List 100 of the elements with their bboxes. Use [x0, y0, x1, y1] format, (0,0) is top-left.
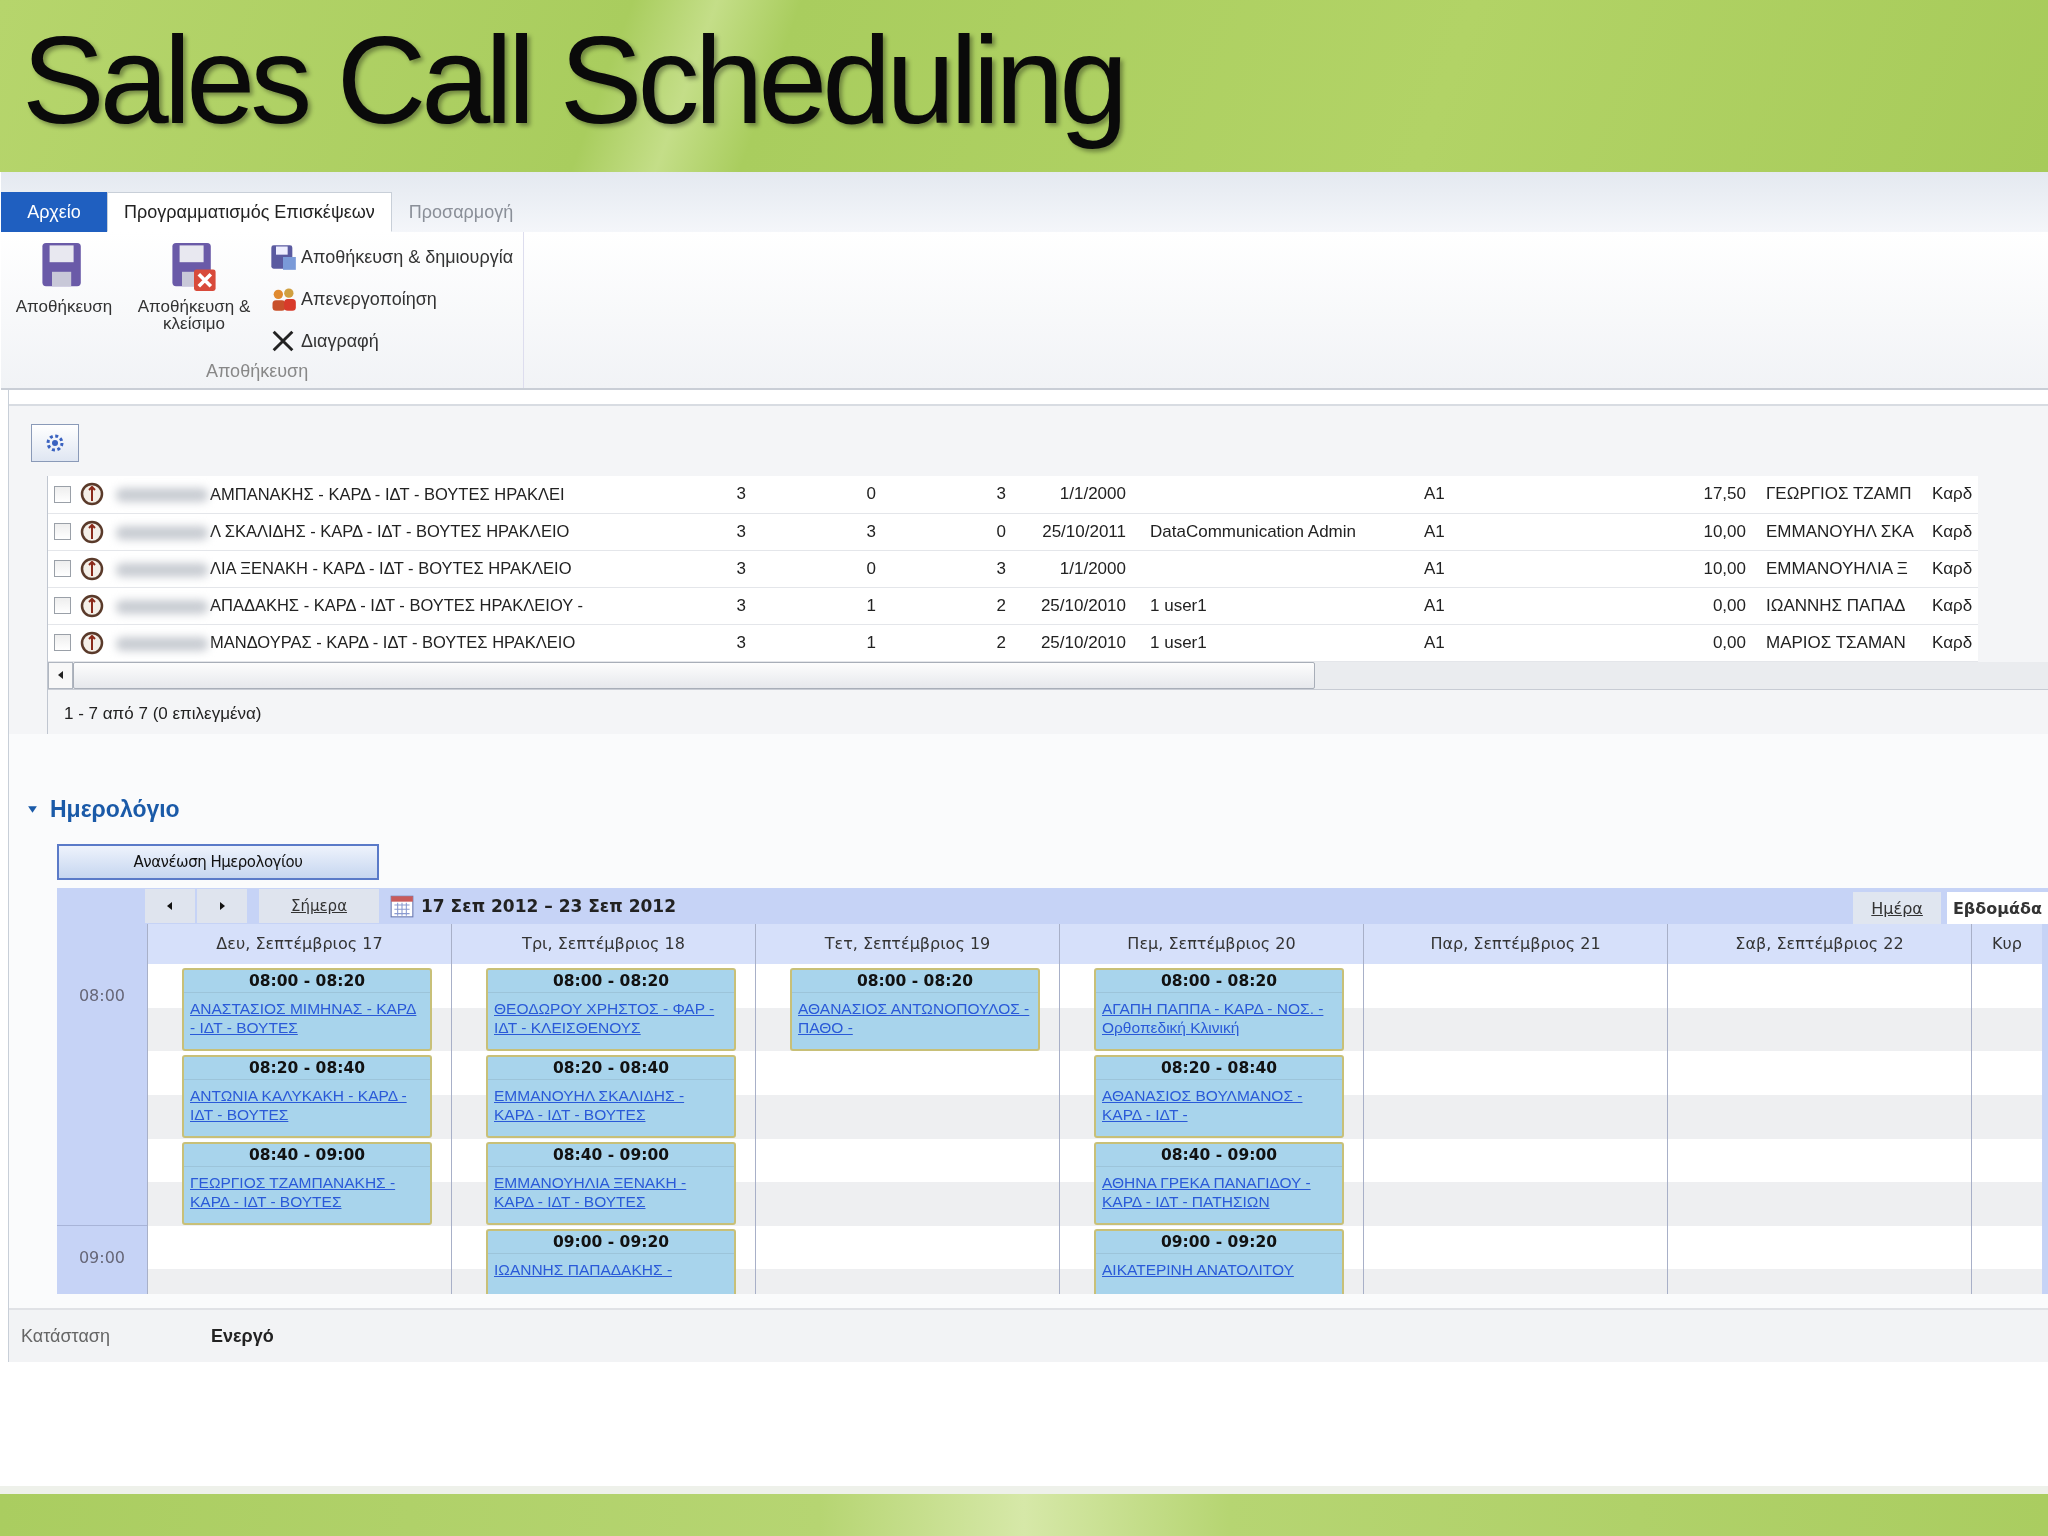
save-button[interactable]: Αποθήκευση [1, 240, 127, 315]
row-checkbox[interactable] [54, 634, 71, 651]
appointment[interactable]: 08:40 - 09:00 ΑΘΗΝΑ ΓΡΕΚΑ ΠΑΝΑΓΙΔΟΥ - ΚΑΡΔ - ΙΔΤ - ΠΑΤΗΣΙΩΝ [1094, 1142, 1344, 1225]
appointment[interactable]: 08:00 - 08:20 ΑΘΑΝΑΣΙΟΣ ΑΝΤΩΝΟΠΟΥΛΟΣ - ΠΑΘΟ - [790, 968, 1040, 1051]
table-cell: A1 [1418, 476, 1670, 513]
appointment-link[interactable]: ΑΝΑΣΤΑΣΙΟΣ ΜΙΜΗΝΑΣ - ΚΑΡΔ - ΙΔΤ - ΒΟΥΤΕΣ [190, 999, 424, 1037]
day-header: Τετ, Σεπτέμβριος 19 [756, 924, 1059, 964]
table-cell: A1 [1418, 550, 1670, 587]
appointment-link[interactable]: ΘΕΟΔΩΡΟΥ ΧΡΗΣΤΟΣ - ΦΑΡ - ΙΔΤ - ΚΛΕΙΣΘΕΝΟΥΣ [494, 999, 728, 1037]
day-header: Τρι, Σεπτέμβριος 18 [452, 924, 755, 964]
day-header: Παρ, Σεπτέμβριος 21 [1364, 924, 1667, 964]
table-cell: 3 [622, 587, 752, 624]
appointment[interactable]: 08:20 - 08:40 ΑΝΤΩΝΙΑ ΚΑΛΥΚΑΚΗ - ΚΑΡΔ - ΙΔΤ - ΒΟΥΤΕΣ [182, 1055, 432, 1138]
appointment-link[interactable]: ΕΜΜΑΝΟΥΗΛΙΑ ΞΕΝΑΚΗ - ΚΑΡΔ - ΙΔΤ - ΒΟΥΤΕΣ [494, 1173, 728, 1211]
table-cell: 1/1/2000 [1012, 550, 1132, 587]
table-cell: ΙΩΑΝΝΗΣ ΠΑΠΑΔ [1752, 587, 1926, 624]
row-checkbox[interactable] [54, 560, 71, 577]
appointment-link[interactable]: ΑΘΗΝΑ ΓΡΕΚΑ ΠΑΝΑΓΙΔΟΥ - ΚΑΡΔ - ΙΔΤ - ΠΑΤΗΣΙΩΝ [1102, 1173, 1336, 1211]
floppy-disk-icon [269, 243, 297, 271]
refresh-calendar-button[interactable]: Ανανέωση Ημερολογίου [57, 844, 379, 880]
view-tab[interactable]: Εβδομάδα [1946, 892, 2048, 924]
table-cell: Λ ΣΚΑΛΙΔΗΣ - ΚΑΡΔ - ΙΔΤ - ΒΟΥΤΕΣ ΗΡΑΚΛΕΙΟ [210, 522, 570, 540]
table-cell: 25/10/2010 [1012, 624, 1132, 661]
calendar-icon[interactable] [389, 893, 415, 919]
left-arrow-icon [165, 901, 175, 911]
file-tab[interactable]: Αρχείο [1, 192, 107, 232]
appointment-time: 08:00 - 08:20 [488, 970, 734, 993]
settings-icon [45, 433, 65, 453]
appointment[interactable]: 09:00 - 09:20 ΙΩΑΝΝΗΣ ΠΑΠΑΔΑΚΗΣ - [486, 1229, 736, 1294]
table-cell: 3 [622, 550, 752, 587]
appointment-link[interactable]: ΓΕΩΡΓΙΟΣ ΤΖΑΜΠΑΝΑΚΗΣ - ΚΑΡΔ - ΙΔΤ - ΒΟΥΤΕΣ [190, 1173, 424, 1211]
table-cell: 3 [752, 513, 882, 550]
table-cell: Καρδ [1926, 624, 1979, 661]
date-range: 17 Σεπ 2012 – 23 Σεπ 2012 [421, 896, 676, 916]
appointment[interactable]: 08:20 - 08:40 ΑΘΑΝΑΣΙΟΣ ΒΟΥΛΜΑΝΟΣ - ΚΑΡΔ - ΙΔΤ - [1094, 1055, 1344, 1138]
table-cell: DataCommunication Admin [1150, 521, 1356, 541]
table-cell: ΑΜΠΑΝΑΚΗΣ - ΚΑΡΔ - ΙΔΤ - ΒΟΥΤΕΣ ΗΡΑΚΛΕΙ [210, 484, 565, 503]
table-cell: Καρδ [1926, 587, 1979, 624]
ribbon-button[interactable]: Απενεργοποίηση [269, 282, 514, 316]
record-icon [80, 593, 104, 618]
appointment-link[interactable]: ΕΜΜΑΝΟΥΗΛ ΣΚΑΛΙΔΗΣ - ΚΑΡΔ - ΙΔΤ - ΒΟΥΤΕΣ [494, 1086, 728, 1124]
appointment-time: 08:00 - 08:20 [1096, 970, 1342, 993]
appointment[interactable]: 09:00 - 09:20 ΑΙΚΑΤΕΡΙΝΗ ΑΝΑΤΟΛΙΤΟΥ [1094, 1229, 1344, 1294]
group-label: Αποθήκευση [204, 361, 310, 383]
table-cell: 3 [622, 476, 752, 513]
appointment[interactable]: 08:40 - 09:00 ΓΕΩΡΓΙΟΣ ΤΖΑΜΠΑΝΑΚΗΣ - ΚΑΡΔ - ΙΔΤ - ΒΟΥΤΕΣ [182, 1142, 432, 1225]
table-cell: 1/1/2000 [1012, 476, 1132, 513]
appointment[interactable]: 08:40 - 09:00 ΕΜΜΑΝΟΥΗΛΙΑ ΞΕΝΑΚΗ - ΚΑΡΔ - ΙΔΤ - ΒΟΥΤΕΣ [486, 1142, 736, 1225]
view-tab[interactable]: Ημέρα [1853, 892, 1941, 924]
ribbon-button[interactable]: Διαγραφή [269, 324, 514, 358]
day-header: Δευ, Σεπτέμβριος 17 [148, 924, 451, 964]
table-cell: 10,00 [1670, 513, 1752, 550]
table-cell: 1 user1 [1150, 632, 1207, 652]
table-cell: 1 user1 [1150, 595, 1207, 615]
time-label: 09:00 [78, 1248, 126, 1269]
save-close-button[interactable]: Αποθήκευση & κλείσιμο [127, 240, 261, 332]
table-cell: 0 [752, 476, 882, 513]
appointment-time: 08:20 - 08:40 [488, 1057, 734, 1080]
table-cell: 3 [622, 513, 752, 550]
record-icon [80, 630, 104, 655]
appointment[interactable]: 08:00 - 08:20 ΑΝΑΣΤΑΣΙΟΣ ΜΙΜΗΝΑΣ - ΚΑΡΔ - ΙΔΤ - ΒΟΥΤΕΣ [182, 968, 432, 1051]
appointment-time: 08:00 - 08:20 [184, 970, 430, 993]
table-cell: ΜΑΝΔΟΥΡΑΣ - ΚΑΡΔ - ΙΔΤ - ΒΟΥΤΕΣ ΗΡΑΚΛΕΙΟ [210, 633, 576, 651]
appointment-link[interactable]: ΑΓΑΠΗ ΠΑΠΠΑ - ΚΑΡΔ - ΝΟΣ. - Ορθοπεδική Κλινική [1102, 999, 1336, 1037]
row-checkbox[interactable] [54, 523, 71, 540]
row-checkbox[interactable] [54, 597, 71, 614]
appointment[interactable]: 08:00 - 08:20 ΑΓΑΠΗ ΠΑΠΠΑ - ΚΑΡΔ - ΝΟΣ. - Ορθοπεδική Κλινική [1094, 968, 1344, 1051]
day-header: Πεμ, Σεπτέμβριος 20 [1060, 924, 1363, 964]
appointment-link[interactable]: ΑΘΑΝΑΣΙΟΣ ΑΝΤΩΝΟΠΟΥΛΟΣ - ΠΑΘΟ - [798, 999, 1032, 1037]
table-cell: ΕΜΜΑΝΟΥΗΛΙΑ Ξ [1752, 550, 1926, 587]
appointment-link[interactable]: ΑΘΑΝΑΣΙΟΣ ΒΟΥΛΜΑΝΟΣ - ΚΑΡΔ - ΙΔΤ - [1102, 1086, 1336, 1124]
table-cell: ΜΑΡΙΟΣ ΤΣΑΜΑΝ [1752, 624, 1926, 661]
section-title: Ημερολόγιο [50, 795, 180, 823]
table-cell: 0,00 [1670, 624, 1752, 661]
table-cell: 17,50 [1670, 476, 1752, 513]
expand-arrow-icon[interactable] [27, 803, 38, 815]
settings-button[interactable] [31, 424, 79, 462]
table-cell: 25/10/2010 [1012, 587, 1132, 624]
status-value: Ενεργό [211, 1325, 274, 1347]
appointment-link[interactable]: ΙΩΑΝΝΗΣ ΠΑΠΑΔΑΚΗΣ - [494, 1260, 728, 1279]
appointment-time: 08:20 - 08:40 [1096, 1057, 1342, 1080]
appointment[interactable]: 08:20 - 08:40 ΕΜΜΑΝΟΥΗΛ ΣΚΑΛΙΔΗΣ - ΚΑΡΔ - ΙΔΤ - ΒΟΥΤΕΣ [486, 1055, 736, 1138]
table-cell: ΕΜΜΑΝΟΥΗΛ ΣΚΑ [1752, 513, 1926, 550]
table-cell: 2 [882, 624, 1012, 661]
table-cell: ΛΙΑ ΞΕΝΑΚΗ - ΚΑΡΔ - ΙΔΤ - ΒΟΥΤΕΣ ΗΡΑΚΛΕΙΟ [210, 559, 572, 577]
table-cell: A1 [1418, 587, 1670, 624]
appointment-time: 08:40 - 09:00 [1096, 1144, 1342, 1167]
ribbon-tab[interactable]: Προγραμματισμός Επισκέψεων [107, 192, 392, 232]
today-link[interactable]: Σήμερα [259, 889, 379, 923]
right-arrow-icon [217, 901, 227, 911]
scroll-left-button[interactable] [48, 661, 73, 689]
status-label: Κατάσταση [20, 1325, 111, 1347]
table-cell: 10,00 [1670, 550, 1752, 587]
ribbon-button[interactable]: Αποθήκευση & δημιουργία [269, 240, 514, 274]
record-icon [80, 519, 104, 544]
appointment-link[interactable]: ΑΝΤΩΝΙΑ ΚΑΛΥΚΑΚΗ - ΚΑΡΔ - ΙΔΤ - ΒΟΥΤΕΣ [190, 1086, 424, 1124]
appointment[interactable]: 08:00 - 08:20 ΘΕΟΔΩΡΟΥ ΧΡΗΣΤΟΣ - ΦΑΡ - ΙΔΤ - ΚΛΕΙΣΘΕΝΟΥΣ [486, 968, 736, 1051]
table-cell: 1 [752, 624, 882, 661]
appointment-link[interactable]: ΑΙΚΑΤΕΡΙΝΗ ΑΝΑΤΟΛΙΤΟΥ [1102, 1260, 1336, 1279]
row-checkbox[interactable] [54, 485, 71, 503]
